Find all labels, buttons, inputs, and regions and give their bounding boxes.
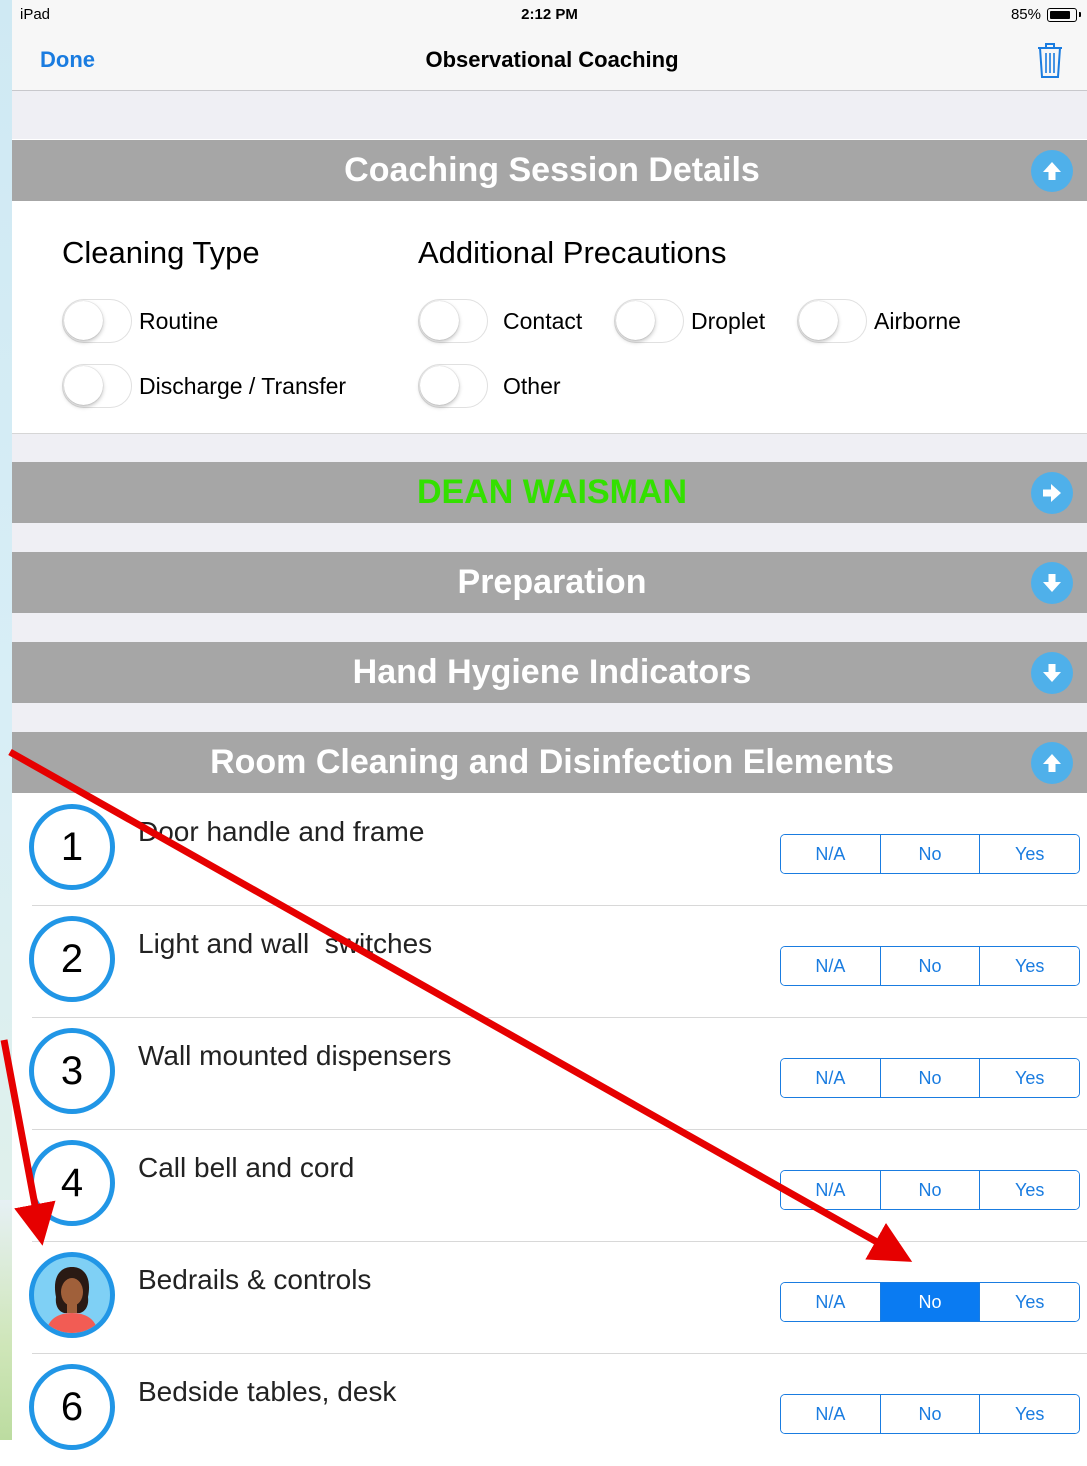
na-option[interactable]: N/A	[781, 1395, 880, 1433]
battery-fill	[1049, 10, 1070, 19]
section-title: Coaching Session Details	[344, 151, 760, 189]
airborne-toggle[interactable]	[797, 299, 867, 343]
list-item: 3 Wall mounted dispensers N/A No Yes	[12, 1018, 1087, 1130]
list-item: 6 Bedside tables, desk N/A No Yes	[12, 1354, 1087, 1466]
other-label: Other	[503, 373, 561, 399]
answer-segmented-control: N/A No Yes	[780, 1394, 1080, 1434]
answer-segmented-control: N/A No Yes	[780, 1058, 1080, 1098]
toggle-knob	[616, 301, 655, 340]
na-option[interactable]: N/A	[781, 1059, 880, 1097]
answer-segmented-control: N/A No Yes	[780, 1170, 1080, 1210]
battery-percent: 85%	[1010, 6, 1041, 23]
spacer	[12, 613, 1087, 642]
routine-label: Routine	[139, 308, 219, 334]
item-label: Bedside tables, desk	[138, 1376, 397, 1407]
section-header-coaching-details[interactable]: Coaching Session Details	[12, 140, 1087, 201]
contact-label: Contact	[503, 308, 583, 334]
toggle-knob	[799, 301, 838, 340]
status-time: 2:12 PM	[521, 6, 578, 23]
no-option-selected[interactable]: No	[879, 1283, 980, 1321]
contact-toggle[interactable]	[418, 299, 488, 343]
list-item: 2 Light and wall switches N/A No Yes	[12, 906, 1087, 1018]
section-header-coach[interactable]: DEAN WAISMAN	[12, 462, 1087, 523]
section-header-preparation[interactable]: Preparation	[12, 552, 1087, 613]
yes-option[interactable]: Yes	[979, 1059, 1079, 1097]
trash-icon[interactable]	[1035, 41, 1065, 79]
no-option[interactable]: No	[879, 1395, 980, 1433]
section-title: Room Cleaning and Disinfection Elements	[210, 743, 894, 781]
spacer	[12, 91, 1087, 139]
page-title: Observational Coaching	[425, 47, 679, 72]
yes-option[interactable]: Yes	[979, 1283, 1079, 1321]
list-item: Bedrails & controls N/A No Yes	[12, 1242, 1087, 1354]
spacer	[12, 434, 1087, 462]
item-number-badge: 2	[29, 916, 115, 1002]
no-option[interactable]: No	[879, 1059, 980, 1097]
discharge-transfer-toggle[interactable]	[62, 364, 132, 408]
yes-option[interactable]: Yes	[979, 1171, 1079, 1209]
yes-option[interactable]: Yes	[979, 947, 1079, 985]
arrow-down-icon[interactable]	[1031, 652, 1073, 694]
item-label: Wall mounted dispensers	[138, 1040, 452, 1071]
droplet-label: Droplet	[691, 308, 766, 334]
navigation-bar: Done Observational Coaching	[12, 30, 1087, 91]
section-header-room-cleaning[interactable]: Room Cleaning and Disinfection Elements	[12, 732, 1087, 793]
other-toggle[interactable]	[418, 364, 488, 408]
toggle-knob	[64, 366, 103, 405]
item-number-badge: 6	[29, 1364, 115, 1450]
list-item: 4 Call bell and cord N/A No Yes	[12, 1130, 1087, 1242]
toggle-knob	[64, 301, 103, 340]
spacer	[12, 523, 1087, 552]
section-header-hand-hygiene[interactable]: Hand Hygiene Indicators	[12, 642, 1087, 703]
list-item: 1 Door handle and frame N/A No Yes	[12, 794, 1087, 906]
item-label: Light and wall switches	[138, 928, 433, 959]
answer-segmented-control: N/A No Yes	[780, 1282, 1080, 1322]
section-title: Preparation	[457, 563, 647, 601]
item-number-badge: 1	[29, 804, 115, 890]
item-label: Call bell and cord	[138, 1152, 355, 1183]
spacer	[12, 703, 1087, 732]
item-label: Door handle and frame	[138, 816, 425, 847]
na-option[interactable]: N/A	[781, 947, 880, 985]
toggle-knob	[420, 301, 459, 340]
toggle-knob	[420, 366, 459, 405]
na-option[interactable]: N/A	[781, 835, 880, 873]
airborne-label: Airborne	[874, 308, 961, 334]
item-number-badge: 3	[29, 1028, 115, 1114]
coaching-details-panel: Cleaning Type Additional Precautions Rou…	[12, 201, 1087, 434]
yes-option[interactable]: Yes	[979, 1395, 1079, 1433]
battery-icon	[1047, 8, 1081, 22]
arrow-right-icon[interactable]	[1031, 472, 1073, 514]
no-option[interactable]: No	[879, 835, 980, 873]
arrow-down-icon[interactable]	[1031, 562, 1073, 604]
routine-toggle[interactable]	[62, 299, 132, 343]
additional-precautions-heading: Additional Precautions	[418, 235, 727, 270]
section-title: Hand Hygiene Indicators	[352, 653, 752, 691]
status-bar: iPad 2:12 PM 85%	[12, 0, 1087, 30]
app-window: iPad 2:12 PM 85% Done Observational Coac…	[12, 0, 1087, 1466]
discharge-transfer-label: Discharge / Transfer	[139, 373, 347, 399]
person-avatar-icon	[29, 1252, 115, 1338]
answer-segmented-control: N/A No Yes	[780, 834, 1080, 874]
no-option[interactable]: No	[879, 947, 980, 985]
na-option[interactable]: N/A	[781, 1283, 880, 1321]
arrow-up-icon[interactable]	[1031, 742, 1073, 784]
na-option[interactable]: N/A	[781, 1171, 880, 1209]
droplet-toggle[interactable]	[614, 299, 684, 343]
answer-segmented-control: N/A No Yes	[780, 946, 1080, 986]
cleaning-type-heading: Cleaning Type	[62, 235, 260, 270]
background-strip-lower	[0, 1200, 12, 1440]
coach-name: DEAN WAISMAN	[416, 473, 688, 511]
item-label: Bedrails & controls	[138, 1264, 372, 1295]
background-strip	[0, 0, 12, 1440]
no-option[interactable]: No	[879, 1171, 980, 1209]
yes-option[interactable]: Yes	[979, 835, 1079, 873]
item-number-badge: 4	[29, 1140, 115, 1226]
arrow-up-icon[interactable]	[1031, 150, 1073, 192]
